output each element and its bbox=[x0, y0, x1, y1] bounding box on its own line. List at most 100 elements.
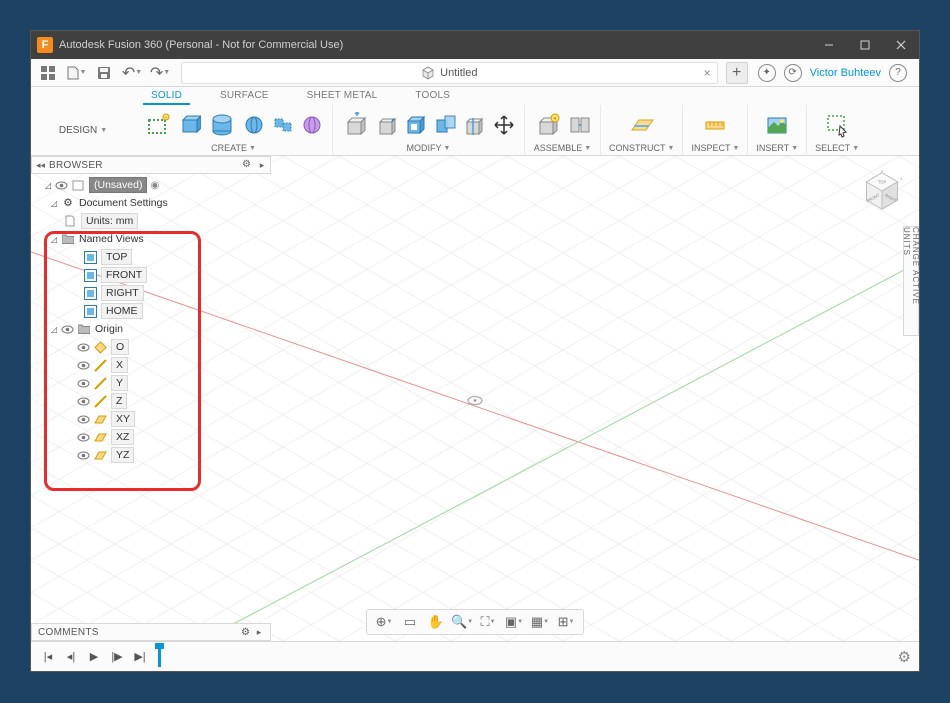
tree-document-settings[interactable]: ◿ ⚙ Document Settings bbox=[31, 194, 271, 212]
extensions-button[interactable]: ✦ bbox=[758, 64, 776, 82]
sweep-button[interactable] bbox=[271, 113, 295, 137]
tree-origin[interactable]: ◿ Origin bbox=[31, 320, 271, 338]
file-menu[interactable]: ▼ bbox=[63, 62, 89, 84]
fillet-button[interactable] bbox=[376, 113, 400, 137]
visibility-icon[interactable] bbox=[77, 359, 90, 372]
change-units-tab[interactable]: CHANGE ACTIVE UNITS bbox=[903, 226, 919, 336]
comments-panel[interactable]: COMMENTS ⚙ ▸ bbox=[31, 623, 271, 641]
tree-view-right[interactable]: RIGHT bbox=[31, 284, 271, 302]
expand-icon[interactable]: ◿ bbox=[49, 324, 59, 334]
insert-decal-button[interactable] bbox=[762, 110, 792, 140]
tree-plane-xz[interactable]: XZ bbox=[31, 428, 271, 446]
help-button[interactable]: ? bbox=[889, 64, 907, 82]
combine-button[interactable] bbox=[434, 113, 458, 137]
timeline-forward-button[interactable]: |▶ bbox=[108, 648, 126, 666]
maximize-button[interactable] bbox=[847, 31, 883, 59]
radio-active-icon[interactable]: ◉ bbox=[150, 180, 159, 191]
ribbon-label-assemble[interactable]: ASSEMBLE▼ bbox=[534, 143, 591, 155]
zoom-button[interactable]: 🔍▼ bbox=[453, 613, 471, 631]
visibility-icon[interactable] bbox=[77, 431, 90, 444]
joint-button[interactable] bbox=[568, 113, 592, 137]
minimize-button[interactable] bbox=[811, 31, 847, 59]
tab-sheet-metal[interactable]: SHEET METAL bbox=[299, 87, 386, 105]
document-tab[interactable]: Untitled × bbox=[181, 62, 718, 84]
construct-plane-button[interactable] bbox=[627, 110, 657, 140]
viewport-layouts-button[interactable]: ⊞▼ bbox=[557, 613, 575, 631]
extrude-button[interactable] bbox=[207, 110, 237, 140]
revolve-button[interactable] bbox=[242, 113, 266, 137]
visibility-icon[interactable] bbox=[77, 395, 90, 408]
collapse-browser-button[interactable]: ◂◂ bbox=[36, 160, 45, 171]
close-button[interactable] bbox=[883, 31, 919, 59]
expand-icon[interactable]: ◿ bbox=[43, 180, 53, 190]
ribbon-label-modify[interactable]: MODIFY▼ bbox=[407, 143, 451, 155]
create-form-button[interactable] bbox=[178, 113, 202, 137]
select-button[interactable] bbox=[822, 110, 852, 140]
move-button[interactable] bbox=[492, 113, 516, 137]
visibility-icon[interactable] bbox=[77, 449, 90, 462]
ribbon-label-insert[interactable]: INSERT▼ bbox=[756, 143, 798, 155]
display-settings-button[interactable]: ▣▼ bbox=[505, 613, 523, 631]
tree-axis-z[interactable]: Z bbox=[31, 392, 271, 410]
timeline-settings-button[interactable]: ⚙ bbox=[898, 648, 911, 666]
timeline-marker[interactable] bbox=[158, 647, 161, 667]
save-button[interactable] bbox=[91, 62, 117, 84]
undo-button[interactable]: ↶▼ bbox=[119, 62, 145, 84]
timeline-end-button[interactable]: ▶| bbox=[131, 648, 149, 666]
fit-button[interactable]: ⛶▼ bbox=[479, 613, 497, 631]
visibility-icon[interactable] bbox=[77, 377, 90, 390]
visibility-icon[interactable] bbox=[61, 323, 74, 336]
loft-button[interactable] bbox=[300, 113, 324, 137]
ribbon-group-select: SELECT▼ bbox=[807, 105, 867, 155]
data-panel-button[interactable] bbox=[35, 62, 61, 84]
close-document-button[interactable]: × bbox=[704, 66, 711, 80]
tab-tools[interactable]: TOOLS bbox=[407, 87, 458, 105]
tab-solid[interactable]: SOLID bbox=[143, 87, 190, 105]
new-component-button[interactable]: ✦ bbox=[533, 110, 563, 140]
tree-view-home[interactable]: HOME bbox=[31, 302, 271, 320]
timeline-start-button[interactable]: |◂ bbox=[39, 648, 57, 666]
tree-root[interactable]: ◿ (Unsaved) ◉ bbox=[31, 176, 271, 194]
tree-plane-yz[interactable]: YZ bbox=[31, 446, 271, 464]
user-account[interactable]: Victor Buhteev bbox=[810, 67, 881, 79]
shell-button[interactable] bbox=[405, 113, 429, 137]
tab-surface[interactable]: SURFACE bbox=[212, 87, 277, 105]
look-at-button[interactable]: ▭ bbox=[401, 613, 419, 631]
measure-button[interactable] bbox=[700, 110, 730, 140]
timeline-play-button[interactable]: ▶ bbox=[85, 648, 103, 666]
view-cube[interactable]: TOP FRONT RIGHT x z bbox=[861, 170, 903, 212]
new-design-button[interactable]: + bbox=[726, 62, 748, 84]
expand-icon[interactable]: ◿ bbox=[49, 198, 59, 208]
tree-named-views[interactable]: ◿ Named Views bbox=[31, 230, 271, 248]
press-pull-button[interactable] bbox=[341, 110, 371, 140]
tree-axis-x[interactable]: X bbox=[31, 356, 271, 374]
new-sketch-button[interactable]: + bbox=[143, 110, 173, 140]
orbit-button[interactable]: ⊕▼ bbox=[375, 613, 393, 631]
ribbon-label-select[interactable]: SELECT▼ bbox=[815, 143, 859, 155]
redo-button[interactable]: ↷▼ bbox=[147, 62, 173, 84]
tree-view-top[interactable]: TOP bbox=[31, 248, 271, 266]
pan-button[interactable]: ✋ bbox=[427, 613, 445, 631]
ribbon-label-inspect[interactable]: INSPECT▼ bbox=[691, 143, 739, 155]
expand-icon[interactable]: ◿ bbox=[49, 234, 59, 244]
ribbon-label-create[interactable]: CREATE▼ bbox=[211, 143, 256, 155]
tree-origin-point[interactable]: O bbox=[31, 338, 271, 356]
grid-settings-button[interactable]: ▦▼ bbox=[531, 613, 549, 631]
tree-view-front[interactable]: FRONT bbox=[31, 266, 271, 284]
ribbon-label-construct[interactable]: CONSTRUCT▼ bbox=[609, 143, 674, 155]
tree-units[interactable]: Units: mm bbox=[31, 212, 271, 230]
comments-settings-button[interactable]: ⚙ bbox=[241, 627, 250, 638]
visibility-icon[interactable] bbox=[55, 179, 68, 192]
visibility-icon[interactable] bbox=[77, 341, 90, 354]
job-status-button[interactable]: ⟳ bbox=[784, 64, 802, 82]
tree-axis-y[interactable]: Y bbox=[31, 374, 271, 392]
split-body-button[interactable] bbox=[463, 113, 487, 137]
workspace-picker[interactable]: DESIGN▼ bbox=[31, 105, 135, 155]
tree-label: Document Settings bbox=[79, 197, 168, 209]
tree-plane-xy[interactable]: XY bbox=[31, 410, 271, 428]
timeline-back-button[interactable]: ◂| bbox=[62, 648, 80, 666]
tree-label: HOME bbox=[101, 303, 143, 319]
browser-settings-button[interactable]: ⚙ bbox=[242, 159, 254, 171]
svg-text:z: z bbox=[881, 170, 884, 173]
visibility-icon[interactable] bbox=[77, 413, 90, 426]
